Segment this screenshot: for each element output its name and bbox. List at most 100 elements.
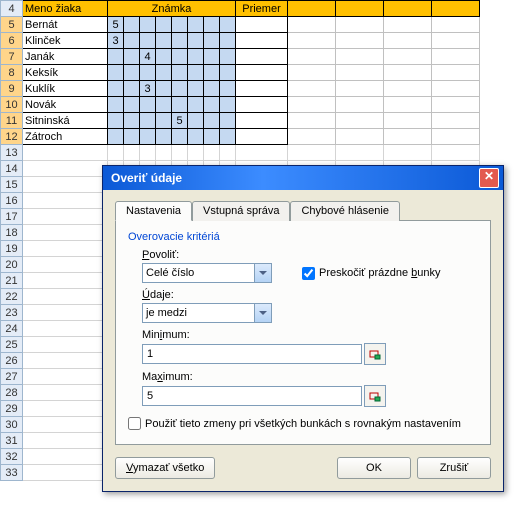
cell-grade[interactable] bbox=[220, 97, 236, 113]
cell-grade[interactable] bbox=[204, 49, 220, 65]
cell[interactable] bbox=[384, 145, 432, 161]
cell[interactable] bbox=[288, 17, 336, 33]
cell-grade[interactable] bbox=[108, 97, 124, 113]
cell-grade[interactable] bbox=[140, 129, 156, 145]
cell[interactable] bbox=[23, 225, 108, 241]
cell-name[interactable]: Sitninská bbox=[23, 113, 108, 129]
cell[interactable] bbox=[336, 145, 384, 161]
cell-grade[interactable] bbox=[108, 113, 124, 129]
ok-button[interactable]: OK bbox=[337, 457, 411, 479]
cell-grade[interactable] bbox=[124, 65, 140, 81]
cell[interactable] bbox=[432, 97, 480, 113]
cell-grade[interactable] bbox=[172, 49, 188, 65]
row-header[interactable]: 6 bbox=[1, 33, 23, 49]
cell[interactable] bbox=[288, 81, 336, 97]
cell-grade[interactable] bbox=[124, 17, 140, 33]
cell-grade[interactable] bbox=[172, 129, 188, 145]
cell[interactable] bbox=[108, 145, 124, 161]
cell-grade[interactable] bbox=[140, 33, 156, 49]
cell[interactable] bbox=[23, 417, 108, 433]
row-header[interactable]: 26 bbox=[1, 353, 23, 369]
row-header[interactable]: 27 bbox=[1, 369, 23, 385]
maximum-input[interactable] bbox=[142, 386, 362, 406]
col-header-avg[interactable]: Priemer bbox=[236, 1, 288, 17]
cell-grade[interactable] bbox=[188, 65, 204, 81]
cell[interactable] bbox=[172, 145, 188, 161]
cell[interactable] bbox=[336, 113, 384, 129]
cell[interactable] bbox=[23, 145, 108, 161]
cell-grade[interactable] bbox=[156, 65, 172, 81]
cell[interactable] bbox=[384, 129, 432, 145]
cell-grade[interactable] bbox=[156, 33, 172, 49]
apply-all-checkbox[interactable] bbox=[128, 417, 141, 430]
cell-grade[interactable] bbox=[188, 33, 204, 49]
cell-grade[interactable] bbox=[220, 81, 236, 97]
cell-grade[interactable] bbox=[188, 129, 204, 145]
row-header[interactable]: 28 bbox=[1, 385, 23, 401]
cell[interactable] bbox=[23, 209, 108, 225]
row-header[interactable]: 18 bbox=[1, 225, 23, 241]
tab-settings[interactable]: Nastavenia bbox=[115, 201, 192, 221]
cell-avg[interactable] bbox=[236, 113, 288, 129]
dialog-titlebar[interactable]: Overiť údaje ✕ bbox=[103, 166, 503, 190]
cell[interactable] bbox=[23, 177, 108, 193]
row-header[interactable]: 25 bbox=[1, 337, 23, 353]
cell[interactable] bbox=[336, 1, 384, 17]
cell-grade[interactable] bbox=[156, 129, 172, 145]
row-header[interactable]: 15 bbox=[1, 177, 23, 193]
cell[interactable] bbox=[288, 33, 336, 49]
cell-avg[interactable] bbox=[236, 33, 288, 49]
cell[interactable] bbox=[188, 145, 204, 161]
cell-grade[interactable] bbox=[172, 33, 188, 49]
cell-grade[interactable] bbox=[220, 49, 236, 65]
cell-grade[interactable]: 3 bbox=[140, 81, 156, 97]
cell-name[interactable]: Novák bbox=[23, 97, 108, 113]
row-header[interactable]: 10 bbox=[1, 97, 23, 113]
close-button[interactable]: ✕ bbox=[479, 168, 499, 188]
cell[interactable] bbox=[23, 369, 108, 385]
clear-all-button[interactable]: Vymazať všetko bbox=[115, 457, 215, 479]
cell[interactable] bbox=[384, 65, 432, 81]
cell[interactable] bbox=[156, 145, 172, 161]
row-header[interactable]: 12 bbox=[1, 129, 23, 145]
cell-name[interactable]: Klinček bbox=[23, 33, 108, 49]
cell[interactable] bbox=[432, 17, 480, 33]
cell[interactable] bbox=[288, 49, 336, 65]
cell-grade[interactable] bbox=[108, 81, 124, 97]
col-header-grades[interactable]: Známka bbox=[108, 1, 236, 17]
cell-grade[interactable] bbox=[204, 129, 220, 145]
cell[interactable] bbox=[23, 385, 108, 401]
cell[interactable] bbox=[384, 113, 432, 129]
cell[interactable] bbox=[23, 401, 108, 417]
cell-grade[interactable] bbox=[204, 81, 220, 97]
row-header[interactable]: 21 bbox=[1, 273, 23, 289]
data-combo[interactable]: je medzi bbox=[142, 303, 272, 323]
row-header[interactable]: 24 bbox=[1, 321, 23, 337]
cell-grade[interactable]: 5 bbox=[108, 17, 124, 33]
cell[interactable] bbox=[23, 305, 108, 321]
cell-grade[interactable] bbox=[108, 65, 124, 81]
cell-grade[interactable] bbox=[124, 33, 140, 49]
cell[interactable] bbox=[432, 145, 480, 161]
cell[interactable] bbox=[23, 337, 108, 353]
cell[interactable] bbox=[432, 129, 480, 145]
cell-avg[interactable] bbox=[236, 129, 288, 145]
cell[interactable] bbox=[336, 65, 384, 81]
cell-grade[interactable] bbox=[204, 65, 220, 81]
cell[interactable] bbox=[23, 161, 108, 177]
cell[interactable] bbox=[23, 289, 108, 305]
minimum-input[interactable] bbox=[142, 344, 362, 364]
cell[interactable] bbox=[384, 49, 432, 65]
cell[interactable] bbox=[288, 1, 336, 17]
row-header[interactable]: 22 bbox=[1, 289, 23, 305]
cell[interactable] bbox=[236, 145, 288, 161]
cell-grade[interactable] bbox=[172, 81, 188, 97]
cell[interactable] bbox=[288, 129, 336, 145]
row-header[interactable]: 7 bbox=[1, 49, 23, 65]
cell-grade[interactable] bbox=[156, 81, 172, 97]
skip-blank-checkbox[interactable] bbox=[302, 267, 315, 280]
cell-grade[interactable] bbox=[188, 49, 204, 65]
cell-grade[interactable] bbox=[172, 17, 188, 33]
cell-grade[interactable] bbox=[156, 97, 172, 113]
col-header-name[interactable]: Meno žiaka bbox=[23, 1, 108, 17]
